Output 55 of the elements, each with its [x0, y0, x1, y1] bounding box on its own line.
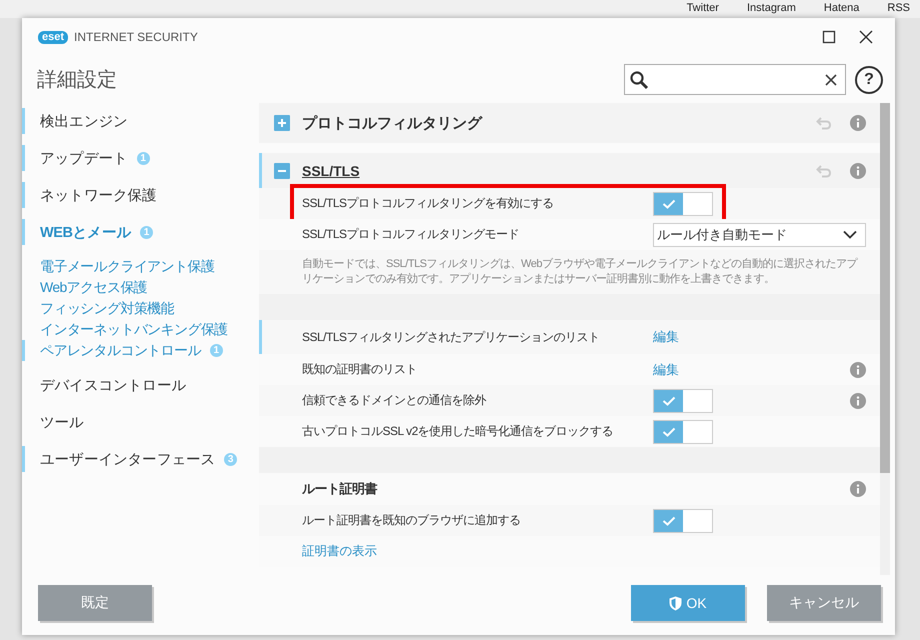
check-icon	[662, 516, 676, 526]
sidebar-item[interactable]: デバイスコントロール	[40, 376, 186, 394]
shield-icon	[669, 596, 682, 610]
toggle-switch[interactable]	[653, 388, 713, 412]
count-badge: 3	[224, 452, 238, 466]
sidebar-item[interactable]: アップデート	[40, 148, 128, 168]
revert-icon[interactable]	[816, 116, 832, 130]
setting-label: 古いプロトコルSSL v2を使用した暗号化通信をブロックする	[302, 423, 614, 440]
collapse-icon[interactable]	[274, 162, 290, 178]
search-icon	[629, 70, 649, 90]
brand-logo: eset	[38, 30, 68, 44]
social-link[interactable]: Twitter	[686, 0, 719, 18]
setting-label: 既知の証明書のリスト	[302, 361, 418, 378]
check-icon	[662, 426, 676, 436]
setting-label: ルート証明書を既知のブラウザに追加する	[302, 512, 522, 529]
toggle-switch[interactable]	[653, 420, 713, 444]
window-title: INTERNET SECURITY	[74, 30, 198, 44]
count-badge: 1	[210, 344, 223, 357]
social-link[interactable]: Hatena	[824, 0, 860, 18]
info-icon[interactable]	[850, 162, 866, 178]
count-badge: 1	[136, 152, 150, 164]
setting-label: SSL/TLSプロトコルフィルタリングモード	[302, 226, 520, 243]
expand-icon[interactable]	[274, 115, 290, 131]
social-link[interactable]: Instagram	[746, 0, 796, 18]
count-badge: 1	[140, 226, 154, 238]
toggle-switch[interactable]	[653, 508, 713, 532]
info-icon[interactable]	[850, 392, 866, 408]
subsection-heading: ルート証明書	[302, 480, 377, 498]
mode-dropdown[interactable]: ルール付き自動モード	[653, 222, 866, 246]
close-icon[interactable]	[859, 30, 873, 44]
description-text: 自動モードでは、SSL/TLSフィルタリングは、Webブラウザや電子メールクライアントなどの自動的に選択されたアプリケーションでのみ有効です。アプリケーションまたはサーバー証明書別に動作を上書きできます。	[302, 257, 859, 287]
clear-icon[interactable]	[825, 74, 837, 86]
sidebar-item[interactable]: 検出エンジン	[40, 112, 128, 130]
sidebar-item[interactable]: ネットワーク保護	[40, 186, 157, 204]
check-icon	[662, 396, 676, 406]
info-icon[interactable]	[850, 115, 866, 131]
setting-label: SSL/TLSプロトコルフィルタリングを有効にする	[302, 195, 555, 212]
section-title[interactable]: プロトコルフィルタリング	[302, 114, 482, 132]
info-icon[interactable]	[850, 481, 866, 497]
setting-label: SSL/TLSフィルタリングされたアプリケーションのリスト	[302, 328, 601, 346]
sidebar-item[interactable]: ユーザーインターフェース	[40, 450, 216, 468]
maximize-icon[interactable]	[822, 30, 836, 44]
page-heading: 詳細設定	[37, 68, 117, 93]
sidebar-item[interactable]: ツール	[40, 412, 84, 432]
help-button[interactable]: ?	[855, 66, 883, 94]
revert-icon[interactable]	[816, 164, 832, 178]
info-icon[interactable]	[850, 362, 866, 378]
search-field[interactable]	[624, 64, 846, 95]
toggle-switch[interactable]	[653, 192, 713, 216]
check-icon	[662, 198, 676, 208]
chevron-icon	[843, 230, 857, 239]
social-link[interactable]: RSS	[887, 0, 910, 18]
setting-label: 信頼できるドメインとの通信を除外	[302, 392, 488, 409]
section-title[interactable]: SSL/TLS	[302, 162, 360, 178]
scrollbar[interactable]	[880, 103, 890, 575]
